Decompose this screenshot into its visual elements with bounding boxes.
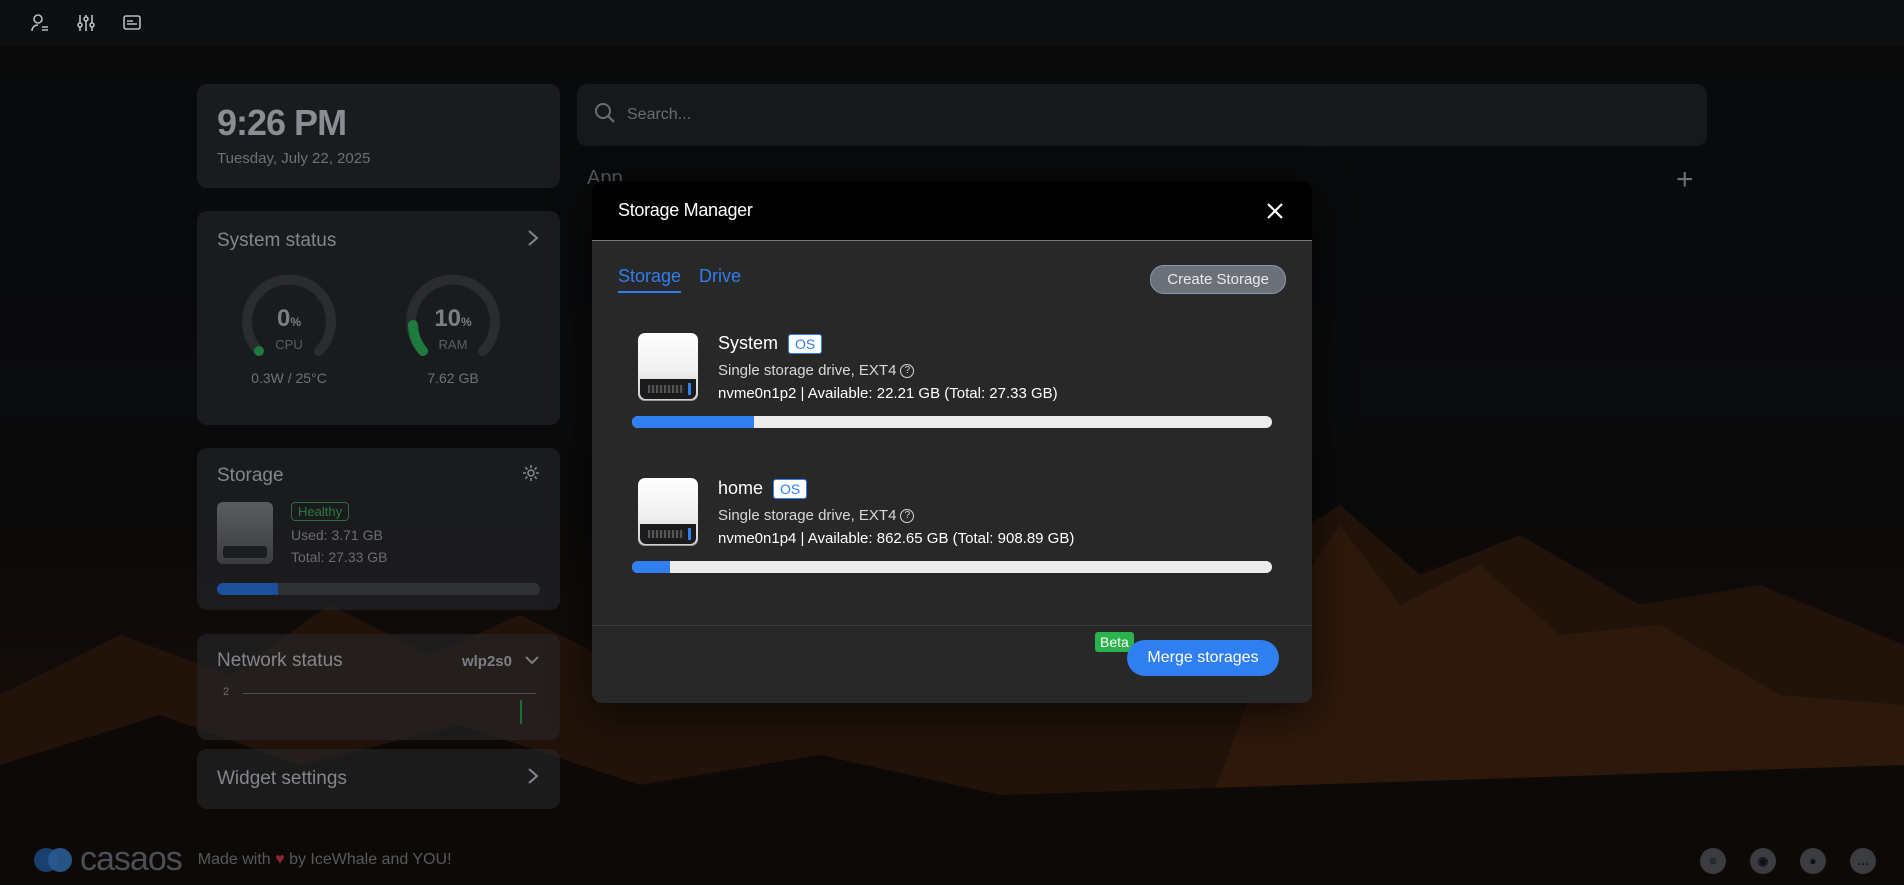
storage-detail: nvme0n1p2 | Available: 22.21 GB (Total: … (718, 385, 1058, 402)
interface-name: wlp2s0 (461, 652, 512, 670)
cpu-gauge: 0% CPU 0.3W / 25°C (237, 273, 341, 386)
os-badge: OS (788, 333, 823, 354)
logo-text: casaos (80, 840, 183, 878)
tab-drive[interactable]: Drive (699, 266, 741, 293)
network-status-widget: Network status wlp2s0 2 (197, 634, 560, 740)
modal-title: Storage Manager (618, 200, 753, 220)
ram-value: 10 (434, 305, 462, 332)
footer: casaos Made with ♥ by IceWhale and YOU! (32, 840, 452, 879)
discord-icon[interactable]: ◉ (1750, 848, 1776, 874)
clock-time: 9:26 PM (217, 102, 347, 143)
drive-icon (638, 333, 698, 401)
help-icon[interactable]: ? (900, 363, 915, 378)
clock-date: Tuesday, July 22, 2025 (217, 150, 371, 167)
storage-description: Single storage drive, EXT4 (718, 362, 897, 379)
forum-icon[interactable]: ≡ (1700, 848, 1726, 874)
widget-settings-widget[interactable]: Widget settings (197, 749, 560, 809)
graph-line (243, 693, 536, 694)
modal-header: Storage Manager (592, 181, 1312, 241)
system-status-title: System status (217, 230, 337, 251)
create-storage-button[interactable]: Create Storage (1150, 265, 1286, 294)
gear-icon[interactable] (522, 464, 540, 488)
widget-settings-title: Widget settings (217, 768, 347, 789)
usage-fill (632, 561, 671, 573)
heart-icon: ♥ (275, 850, 285, 868)
storage-name: home (718, 478, 764, 498)
cpu-sub: 0.3W / 25°C (251, 370, 327, 386)
storage-item-home[interactable]: home OS Single storage drive, EXT4 ? nvm… (632, 478, 1272, 573)
storage-usage-bar (217, 583, 540, 595)
top-bar (0, 0, 1904, 46)
chevron-right-icon[interactable] (526, 767, 540, 791)
cpu-label: CPU (275, 337, 303, 352)
ram-gauge: 10% RAM 7.62 GB (401, 273, 505, 386)
modal-tabs: Storage Drive (618, 266, 741, 293)
chevron-down-icon (524, 653, 540, 670)
search-bar[interactable] (577, 84, 1707, 146)
search-icon (593, 101, 617, 130)
search-input[interactable] (627, 106, 1027, 124)
health-badge: Healthy (291, 502, 350, 521)
usage-bar (632, 561, 1272, 573)
add-app-icon[interactable]: + (1676, 165, 1694, 195)
os-badge: OS (773, 478, 808, 499)
storage-name: System (718, 333, 779, 353)
storage-detail: nvme0n1p4 | Available: 862.65 GB (Total:… (718, 530, 1075, 547)
ram-sub: 7.62 GB (427, 370, 479, 386)
network-status-title: Network status (217, 650, 343, 671)
account-icon[interactable] (28, 11, 52, 35)
network-graph: 2 (217, 686, 540, 730)
merge-storages-button[interactable]: Merge storages (1127, 640, 1279, 676)
terminal-icon[interactable] (120, 11, 144, 35)
storage-total: Total: 27.33 GB (291, 549, 388, 565)
made-with-text: Made with ♥ by IceWhale and YOU! (197, 850, 452, 868)
social-links: ≡ ◉ ● … (1700, 848, 1876, 874)
usage-bar (632, 416, 1272, 428)
storage-used: Used: 3.71 GB (291, 527, 383, 543)
sliders-icon[interactable] (74, 11, 98, 35)
help-icon[interactable]: ? (900, 508, 915, 523)
github-icon[interactable]: ● (1800, 848, 1826, 874)
graph-spike (520, 700, 522, 724)
storage-description: Single storage drive, EXT4 (718, 507, 897, 524)
drive-icon (217, 502, 273, 564)
casaos-logo[interactable]: casaos (32, 840, 183, 879)
close-icon[interactable] (1264, 200, 1286, 222)
modal-footer: Beta Merge storages (592, 625, 1312, 703)
usage-fill (632, 416, 754, 428)
drive-icon (638, 478, 698, 546)
storage-widget: Storage Healthy Used: 3.71 GB Total: 27.… (197, 448, 560, 610)
storage-manager-modal: Storage Manager Storage Drive Create Sto… (592, 181, 1312, 703)
storage-title: Storage (217, 465, 284, 486)
feedback-icon[interactable]: … (1850, 848, 1876, 874)
ram-label: RAM (438, 337, 468, 352)
clock-widget: 9:26 PM Tuesday, July 22, 2025 (197, 84, 560, 188)
tab-storage[interactable]: Storage (618, 266, 682, 293)
interface-select[interactable]: wlp2s0 (462, 653, 540, 670)
system-status-widget: System status 0% CPU 0.3W / 25°C 10% RAM… (197, 211, 560, 425)
graph-axis-label: 2 (223, 686, 230, 698)
cpu-value: 0 (276, 305, 291, 332)
chevron-right-icon[interactable] (526, 229, 540, 253)
storage-item-system[interactable]: System OS Single storage drive, EXT4 ? n… (632, 333, 1272, 428)
storage-usage-fill (217, 583, 279, 595)
